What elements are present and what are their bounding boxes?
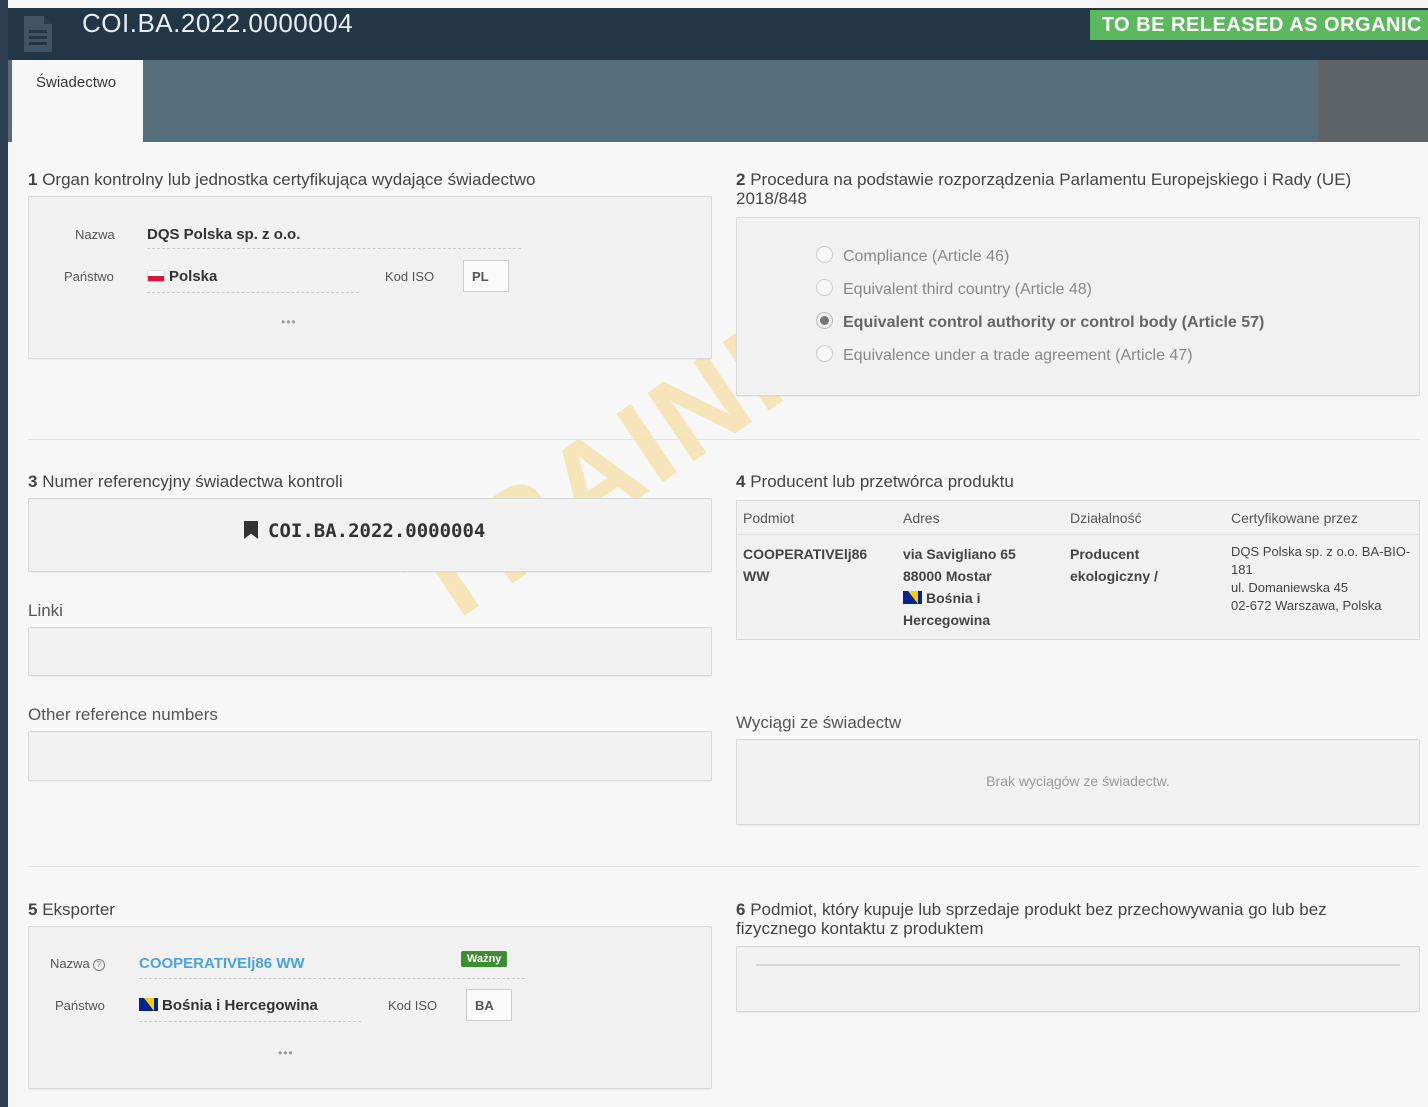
divider xyxy=(139,978,525,979)
country-label: Państwo xyxy=(64,269,114,284)
exporter-country: Bośnia i Hercegowina xyxy=(139,997,318,1014)
column-header: Podmiot xyxy=(736,500,897,535)
radio-compliance[interactable]: Compliance (Article 46) xyxy=(816,246,1009,266)
radio-icon xyxy=(816,246,833,263)
divider xyxy=(139,1021,361,1022)
links-field[interactable] xyxy=(28,627,712,676)
tab-label: Świadectwo xyxy=(36,74,117,91)
producer-table: Podmiot Adres Działalność Certyfikowane … xyxy=(736,500,1420,640)
issuer-country: Polska xyxy=(147,268,217,285)
radio-icon xyxy=(816,345,833,362)
bookmark-icon xyxy=(244,521,258,539)
entity-cell: COOPERATIVElj86 WW xyxy=(743,546,868,584)
procedure-box xyxy=(736,217,1420,396)
flag-ba-icon xyxy=(139,998,158,1011)
country-label: Państwo xyxy=(55,998,105,1013)
section-divider xyxy=(28,866,1420,867)
table-row: COOPERATIVElj86 WW via Savigliano 65 880… xyxy=(737,535,1420,640)
radio-equivalence-trade-agreement[interactable]: Equivalence under a trade agreement (Art… xyxy=(816,345,1193,365)
flag-pl-icon xyxy=(147,270,165,282)
radio-icon xyxy=(816,279,833,296)
reference-number: COI.BA.2022.0000004 xyxy=(244,520,485,542)
more-icon[interactable]: ••• xyxy=(278,1046,294,1060)
section-4-title: 4 Producent lub przetwórca produktu xyxy=(736,472,1014,491)
issuer-box: Nazwa DQS Polska sp. z o.o. Państwo Pols… xyxy=(28,196,712,359)
trader-box xyxy=(736,946,1420,1012)
iso-code: BA xyxy=(466,989,512,1021)
section-6-title: 6 Podmiot, który kupuje lub sprzedaje pr… xyxy=(736,900,1327,938)
other-ref-label: Other reference numbers xyxy=(28,705,218,724)
empty-field-line xyxy=(756,964,1400,966)
issuer-name: DQS Polska sp. z o.o. xyxy=(147,226,301,243)
section-3-title: 3 Numer referencyjny świadectwa kontroli xyxy=(28,472,343,491)
name-label: Nazwa? xyxy=(50,956,105,971)
divider xyxy=(147,292,359,293)
more-icon[interactable]: ••• xyxy=(281,315,297,329)
address-cell: via Savigliano 65 88000 Mostar Bośnia i … xyxy=(903,546,1016,628)
column-header: Adres xyxy=(897,500,1064,535)
radio-selected-icon xyxy=(816,312,833,329)
flag-ba-icon xyxy=(903,591,922,604)
status-badge: TO BE RELEASED AS ORGANIC xyxy=(1089,10,1428,40)
extracts-empty-text: Brak wyciągów ze świadectw. xyxy=(986,773,1170,789)
exporter-box: Nazwa? Państwo Bośnia i Hercegowina Kod … xyxy=(28,926,712,1089)
name-label: Nazwa xyxy=(75,227,115,242)
divider xyxy=(147,248,521,249)
links-label: Linki xyxy=(28,601,63,620)
iso-code: PL xyxy=(463,260,509,292)
page-title: COI.BA.2022.0000004 xyxy=(82,8,354,38)
other-ref-field[interactable] xyxy=(28,731,712,781)
activity-cell: Producent ekologiczny / xyxy=(1070,546,1158,584)
column-header: Działalność xyxy=(1064,500,1225,535)
status-badge: Ważny xyxy=(461,951,508,967)
extracts-title: Wyciągi ze świadectw xyxy=(736,713,902,732)
certified-by-cell: DQS Polska sp. z o.o. BA-BIO-181 ul. Dom… xyxy=(1231,544,1411,613)
iso-label: Kod ISO xyxy=(388,998,438,1013)
left-edge-bar xyxy=(0,0,8,1107)
page-header: COI.BA.2022.0000004 TO BE RELEASED AS OR… xyxy=(8,8,1428,60)
column-header: Certyfikowane przez xyxy=(1225,500,1420,535)
section-5-title: 5 Eksporter xyxy=(28,900,115,919)
section-1-title: 1 Organ kontrolny lub jednostka certyfik… xyxy=(28,170,536,189)
tab-swiadectwo[interactable]: Świadectwo xyxy=(12,60,143,143)
iso-label: Kod ISO xyxy=(385,269,435,284)
document-icon xyxy=(24,16,52,52)
section-2-title: 2 Procedura na podstawie rozporządzenia … xyxy=(736,170,1352,208)
tab-bar-right xyxy=(1318,60,1428,142)
radio-equivalent-third-country[interactable]: Equivalent third country (Article 48) xyxy=(816,279,1092,299)
help-icon[interactable]: ? xyxy=(92,959,105,971)
exporter-name-link[interactable]: COOPERATIVElj86 WW xyxy=(139,955,305,972)
radio-equivalent-control-authority[interactable]: Equivalent control authority or control … xyxy=(816,312,1264,332)
section-divider xyxy=(28,439,1420,440)
tab-bar xyxy=(8,60,1318,142)
